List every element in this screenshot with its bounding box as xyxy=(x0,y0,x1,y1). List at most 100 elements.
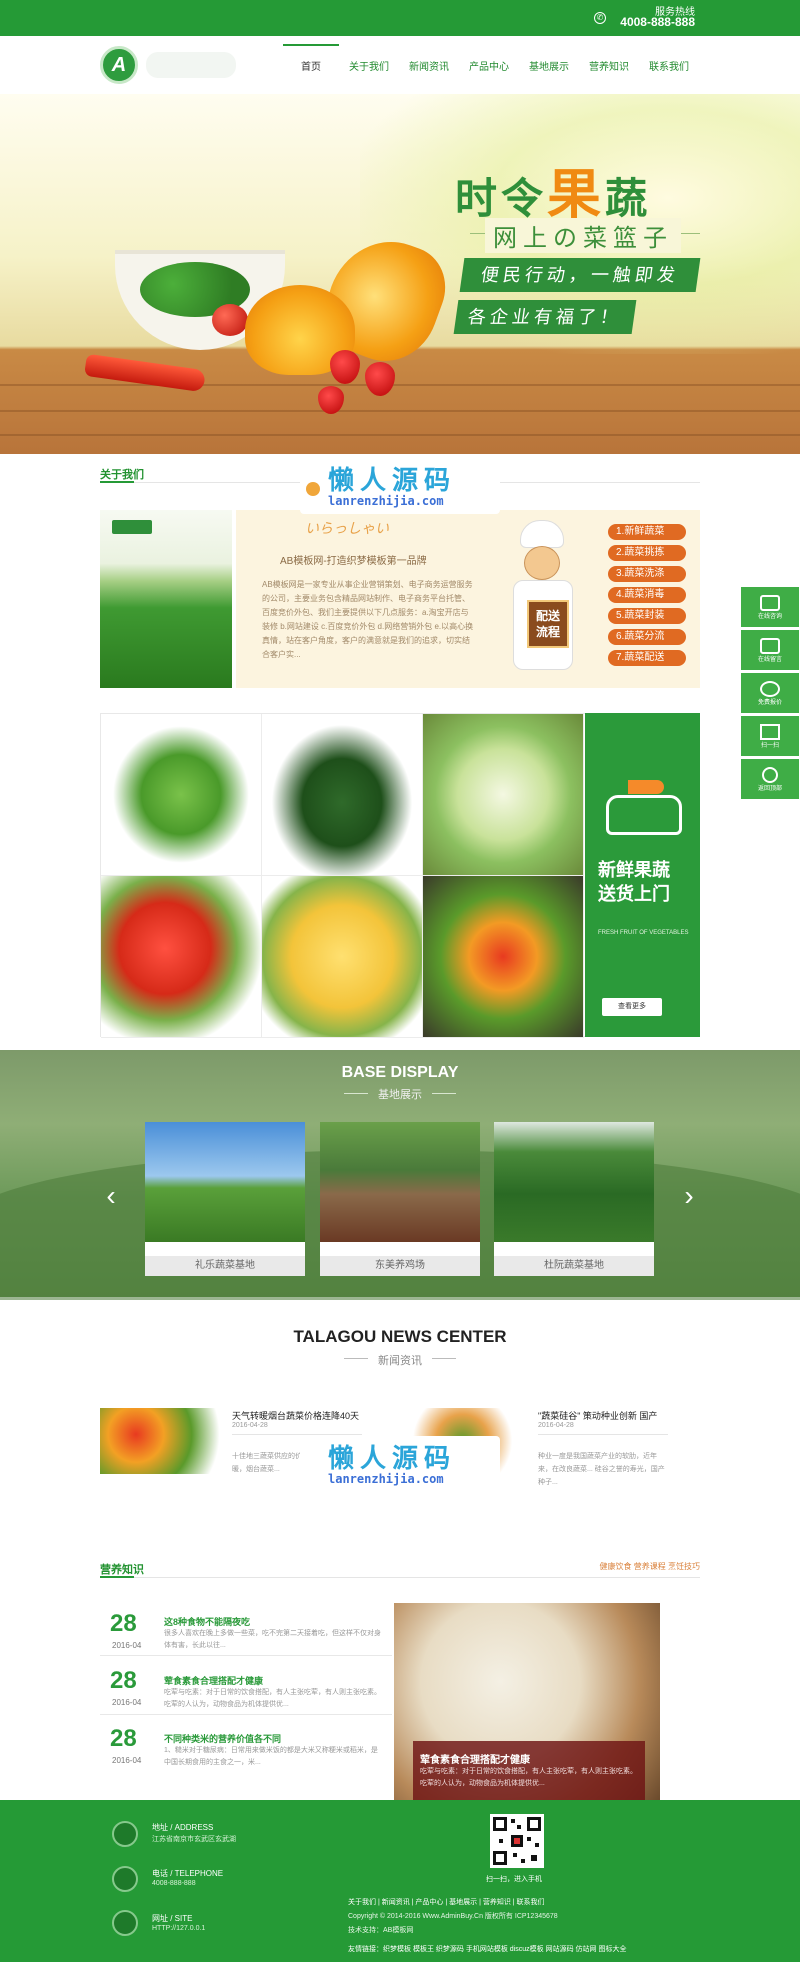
process-step: 2.蔬菜挑拣 xyxy=(608,545,686,561)
product-corn[interactable] xyxy=(262,876,423,1038)
hotline-number: 4008-888-888 xyxy=(620,15,695,29)
company-logo-icon xyxy=(112,520,152,534)
nutrition-day: 28 xyxy=(110,1725,137,1752)
about-text: AB模板网是一家专业从事企业营销策划、电子商务运营服务的公司，主要业务包含精品网… xyxy=(262,580,474,659)
nav-home[interactable]: 首页 xyxy=(283,36,339,94)
footer-site-label: 网址 / SITE xyxy=(152,1914,193,1923)
site-logo[interactable]: A xyxy=(100,46,138,84)
footer-site-value[interactable]: HTTP://127.0.0.1 xyxy=(152,1925,205,1932)
nav-contact[interactable]: 联系我们 xyxy=(639,36,699,94)
nav-news[interactable]: 新闻资讯 xyxy=(399,36,459,94)
footer-friend-links[interactable]: 友情链接：织梦模板 模板王 织梦源码 手机网站模板 discuz模板 网站源码 … xyxy=(348,1944,626,1954)
nav-nutrition[interactable]: 营养知识 xyxy=(579,36,639,94)
product-cucumber[interactable] xyxy=(262,714,423,876)
delivery-car-icon xyxy=(606,795,682,835)
tomato-image xyxy=(212,304,248,336)
nutrition-month: 2016-04 xyxy=(112,1698,142,1707)
nutrition-excerpt: 很多人喜欢在晚上多做一些菜，吃不完第二天接着吃，但这样不仅对身体有害，长此以往.… xyxy=(164,1630,381,1649)
telephone-icon xyxy=(112,1866,138,1892)
base-title: BASE DISPLAY xyxy=(341,1064,459,1081)
nav-products[interactable]: 产品中心 xyxy=(459,36,519,94)
news-title: TALAGOU NEWS CENTER xyxy=(293,1327,507,1346)
message-icon xyxy=(760,638,780,654)
nutrition-headline[interactable]: 不同种类米的营养价值各不同 xyxy=(164,1732,281,1745)
logo-text-placeholder xyxy=(146,52,236,78)
product-mixed-vegetables[interactable] xyxy=(423,876,584,1038)
nav-base[interactable]: 基地展示 xyxy=(519,36,579,94)
base-caption: 礼乐蔬菜基地 xyxy=(145,1256,305,1276)
next-arrow-icon[interactable]: › xyxy=(676,1174,702,1218)
nutrition-headline[interactable]: 这8种食物不能隔夜吃 xyxy=(164,1615,250,1628)
process-step: 3.蔬菜洗涤 xyxy=(608,566,686,582)
chat-icon xyxy=(760,595,780,611)
globe-icon xyxy=(112,1910,138,1936)
base-caption: 杜阮蔬菜基地 xyxy=(494,1256,654,1276)
base-subtitle: 基地展示 xyxy=(378,1089,422,1101)
qr-code-icon xyxy=(760,724,780,740)
news-subtitle: 新闻资讯 xyxy=(378,1355,422,1367)
arrow-up-icon xyxy=(762,767,778,783)
view-more-button[interactable]: 查看更多 xyxy=(602,998,662,1016)
process-step: 7.蔬菜配送 xyxy=(608,650,686,666)
watermark-url: lanrenzhijia.com xyxy=(328,494,444,508)
section-title-bar xyxy=(100,1576,134,1578)
watermark-text: 懒人源码 xyxy=(328,1443,457,1473)
nutrition-section-title[interactable]: 营养知识 xyxy=(100,1561,144,1577)
chef-hat-icon xyxy=(520,520,564,548)
watermark-url: lanrenzhijia.com xyxy=(328,1472,444,1486)
nutrition-feature-title[interactable]: 荤食素食合理搭配才健康 xyxy=(420,1751,530,1766)
about-heading[interactable]: AB模板网-打造织梦模板第一品牌 xyxy=(280,552,427,567)
footer-qr-code xyxy=(490,1814,544,1868)
banner-subtitle: 网上の菜篮子 xyxy=(485,218,681,253)
nutrition-headline[interactable]: 荤食素食合理搭配才健康 xyxy=(164,1674,263,1687)
nutrition-category-links[interactable]: 健康饮食 营养课程 烹饪技巧 xyxy=(600,1561,700,1572)
banner-tag-2: 各企业有福了！ xyxy=(453,300,637,334)
base-caption: 东美养鸡场 xyxy=(320,1256,480,1276)
delivery-process-board: 配送 流程 xyxy=(527,600,569,648)
prev-arrow-icon[interactable]: ‹ xyxy=(98,1174,124,1218)
news-date: 2016-04-28 xyxy=(538,1422,574,1429)
footer-address-label: 地址 / ADDRESS xyxy=(152,1823,214,1832)
product-tomato[interactable] xyxy=(101,876,262,1038)
nutrition-day: 28 xyxy=(110,1667,137,1694)
footer-phone-value: 4008-888-888 xyxy=(152,1880,196,1887)
footer-nav-links[interactable]: 关于我们 | 新闻资讯 | 产品中心 | 基地展示 | 营养知识 | 联系我们 xyxy=(348,1897,545,1907)
main-nav: 首页 关于我们 新闻资讯 产品中心 基地展示 营养知识 联系我们 xyxy=(283,36,699,94)
phone-icon: ✆ xyxy=(594,12,606,24)
news-excerpt: 种业一度是我国蔬菜产业的软肋，近年来，在改良蔬菜... 硅谷之誉的寿光，国产种子… xyxy=(538,1453,665,1486)
qr-caption: 扫一扫，进入手机 xyxy=(486,1876,542,1883)
about-farm-image xyxy=(100,510,232,688)
news-headline[interactable]: "蔬菜硅谷" 策动种业创新 国产 xyxy=(538,1409,657,1422)
nutrition-month: 2016-04 xyxy=(112,1641,142,1650)
promo-title: 新鲜果蔬 送货上门 xyxy=(598,860,670,904)
section-divider xyxy=(100,1577,700,1578)
product-cabbage[interactable] xyxy=(423,714,584,876)
base-card[interactable]: 东美养鸡场 xyxy=(320,1122,480,1276)
footer-tech-support[interactable]: 技术支持：AB模板网 xyxy=(348,1925,413,1935)
base-photo xyxy=(494,1122,654,1242)
nutrition-excerpt: 1、糙米对于糖尿病：日常用来做米饭的都是大米又称粳米或稻米，是中国长期食用的主食… xyxy=(164,1747,378,1766)
footer-copyright: Copyright © 2014-2016 Www.AdminBuy.Cn 版权… xyxy=(348,1913,558,1920)
nav-about[interactable]: 关于我们 xyxy=(339,36,399,94)
about-script-text: いらっしゃい xyxy=(305,521,389,537)
carrot-icon xyxy=(628,780,664,794)
news-headline[interactable]: 天气转暖烟台蔬菜价格连降40天 xyxy=(232,1409,359,1422)
nutrition-feature-text: 吃荤与吃素：对于日常的饮食搭配，有人主张吃荤，有人则主张吃素。吃荤的人认为，动物… xyxy=(420,1768,637,1787)
banner-tag-1: 便民行动，一触即发 xyxy=(459,258,701,292)
headset-icon xyxy=(760,681,780,697)
news-date: 2016-04-28 xyxy=(232,1422,268,1429)
footer-address-value: 江苏省南京市玄武区玄武湖 xyxy=(152,1836,236,1843)
location-icon xyxy=(112,1821,138,1847)
base-photo xyxy=(145,1122,305,1242)
news-image[interactable] xyxy=(100,1408,220,1474)
watermark-text: 懒人源码 xyxy=(328,465,457,495)
nutrition-month: 2016-04 xyxy=(112,1756,142,1765)
process-step: 4.蔬菜消毒 xyxy=(608,587,686,603)
about-section-title[interactable]: 关于我们 xyxy=(100,466,144,482)
base-card[interactable]: 礼乐蔬菜基地 xyxy=(145,1122,305,1276)
section-title-bar xyxy=(100,481,134,483)
base-photo xyxy=(320,1122,480,1242)
watermark-bullet-icon xyxy=(306,482,320,496)
product-snow-peas[interactable] xyxy=(101,714,262,876)
base-card[interactable]: 杜阮蔬菜基地 xyxy=(494,1122,654,1276)
